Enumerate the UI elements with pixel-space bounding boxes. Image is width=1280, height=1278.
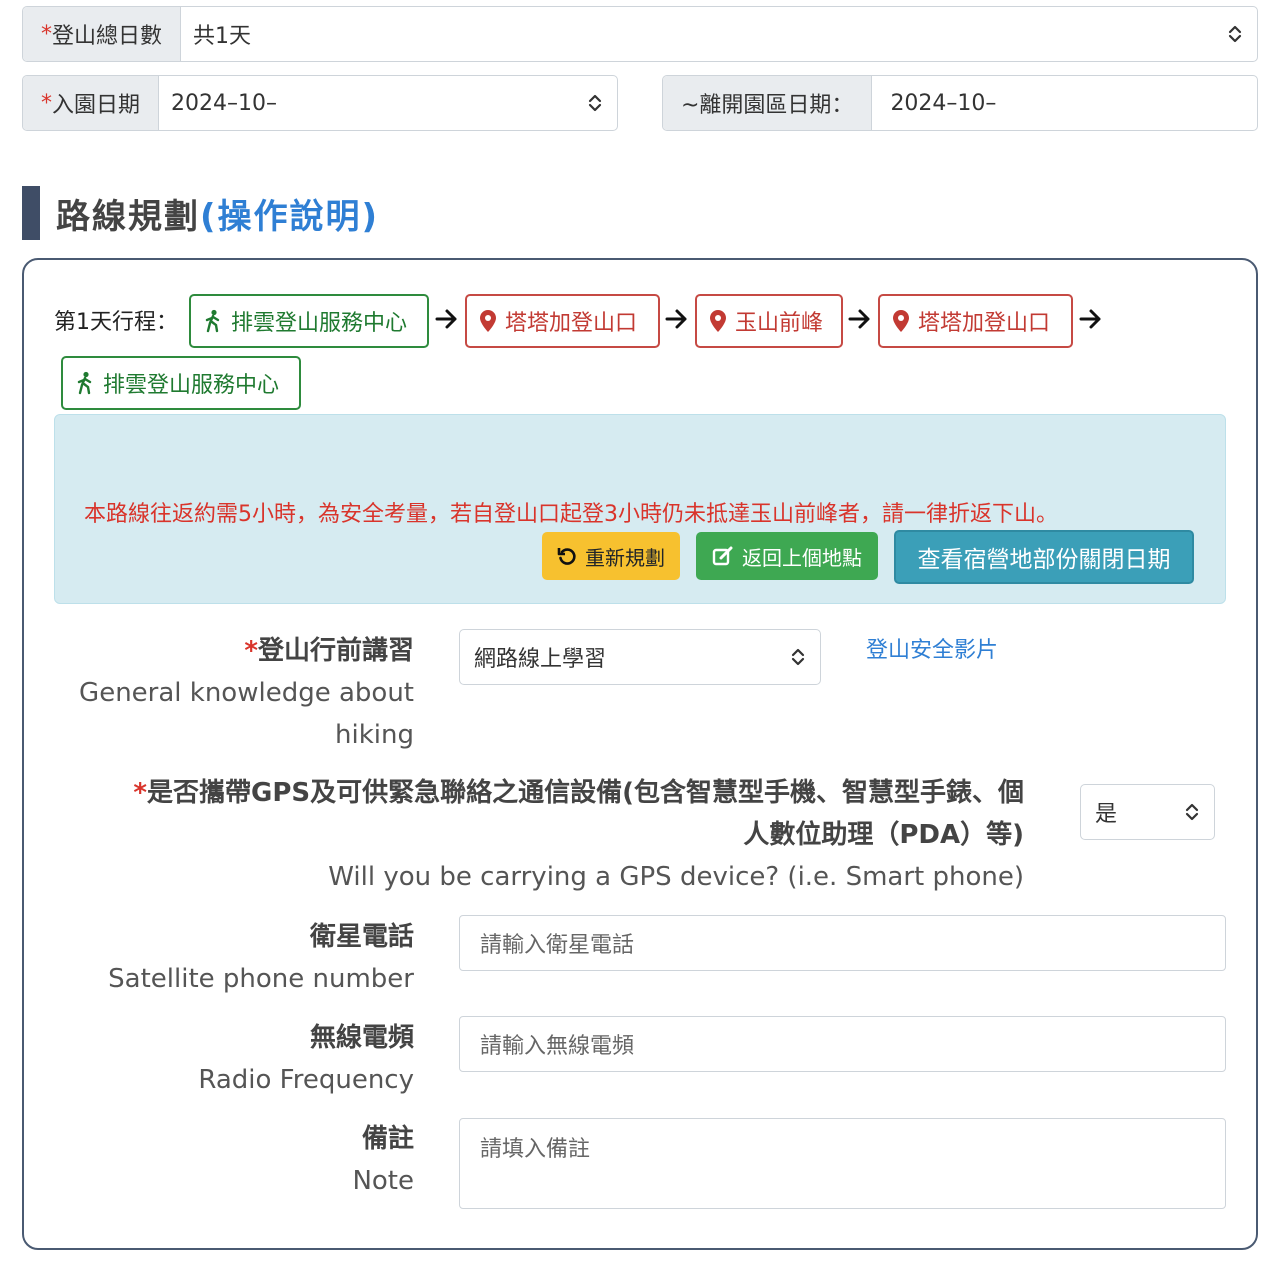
satellite-label: 衛星電話 Satellite phone number bbox=[108, 922, 414, 994]
leave-date-value: 2024–10– bbox=[890, 90, 997, 116]
enter-date-select[interactable]: 2024–10– bbox=[159, 76, 617, 130]
edit-icon bbox=[712, 546, 733, 566]
map-pin-icon bbox=[893, 310, 909, 332]
section-title: 路線規劃 bbox=[56, 196, 200, 237]
alert-message: 本路線往返約需5小時，為安全考量，若自登山口起登3小時仍未抵達玉山前峰者，請一律… bbox=[84, 502, 1058, 527]
satellite-phone-input[interactable]: 請輸入衛星電話 bbox=[459, 915, 1226, 971]
map-pin-icon bbox=[710, 310, 726, 332]
chevron-updown-icon bbox=[791, 648, 805, 666]
route-planning-title: 路線規劃 (操作說明) bbox=[22, 186, 379, 240]
briefing-select[interactable]: 網路線上學習 bbox=[459, 629, 821, 685]
total-days-select[interactable]: 共1天 bbox=[181, 7, 1257, 61]
undo-icon bbox=[557, 548, 576, 565]
arrow-right-icon bbox=[665, 309, 687, 329]
map-pin-icon bbox=[480, 310, 496, 332]
stop-start[interactable]: 排雲登山服務中心 bbox=[189, 294, 429, 348]
chevron-updown-icon bbox=[1228, 25, 1242, 43]
radio-frequency-input[interactable]: 請輸入無線電頻 bbox=[459, 1016, 1226, 1072]
note-label: 備註 Note bbox=[352, 1124, 414, 1196]
arrow-right-icon bbox=[1079, 309, 1101, 329]
stop-end[interactable]: 排雲登山服務中心 bbox=[61, 356, 301, 410]
safety-video-link[interactable]: 登山安全影片 bbox=[866, 632, 998, 664]
leave-date-group: ~離開園區日期： 2024–10– bbox=[662, 75, 1258, 131]
arrow-right-icon bbox=[848, 309, 870, 329]
leave-date-label: ~離開園區日期： bbox=[663, 76, 873, 130]
chevron-updown-icon bbox=[1185, 803, 1199, 821]
note-textarea[interactable]: 請填入備註 bbox=[459, 1118, 1226, 1209]
day-label: 第1天行程： bbox=[54, 310, 178, 335]
stop-tataka-2[interactable]: 塔塔加登山口 bbox=[878, 294, 1073, 348]
enter-date-group: * 入園日期 2024–10– bbox=[22, 75, 618, 131]
enter-date-label: * 入園日期 bbox=[23, 76, 160, 130]
chevron-updown-icon bbox=[588, 94, 602, 112]
gps-select[interactable]: 是 bbox=[1080, 784, 1215, 840]
back-to-previous-button[interactable]: 返回上個地點 bbox=[696, 532, 878, 580]
help-link[interactable]: (操作說明) bbox=[200, 189, 379, 238]
hiker-icon bbox=[205, 309, 220, 333]
arrow-right-icon bbox=[435, 309, 457, 329]
hiker-icon bbox=[77, 371, 92, 395]
radio-label: 無線電頻 Radio Frequency bbox=[198, 1023, 414, 1095]
title-bar bbox=[22, 186, 40, 240]
total-days-group: * 登山總日數 共1天 bbox=[22, 6, 1258, 62]
stop-tataka-1[interactable]: 塔塔加登山口 bbox=[465, 294, 660, 348]
replan-button[interactable]: 重新規劃 bbox=[542, 532, 680, 580]
stop-front-peak[interactable]: 玉山前峰 bbox=[695, 294, 843, 348]
campsite-closure-button[interactable]: 查看宿營地部份關閉日期 bbox=[894, 530, 1194, 584]
total-days-label: * 登山總日數 bbox=[23, 7, 182, 61]
gps-label: *是否攜帶GPS及可供緊急聯絡之通信設備(包含智慧型手機、智慧型手錶、個 人數位… bbox=[133, 778, 1024, 892]
briefing-label: *登山行前講習 General knowledge about hiking bbox=[79, 636, 414, 750]
